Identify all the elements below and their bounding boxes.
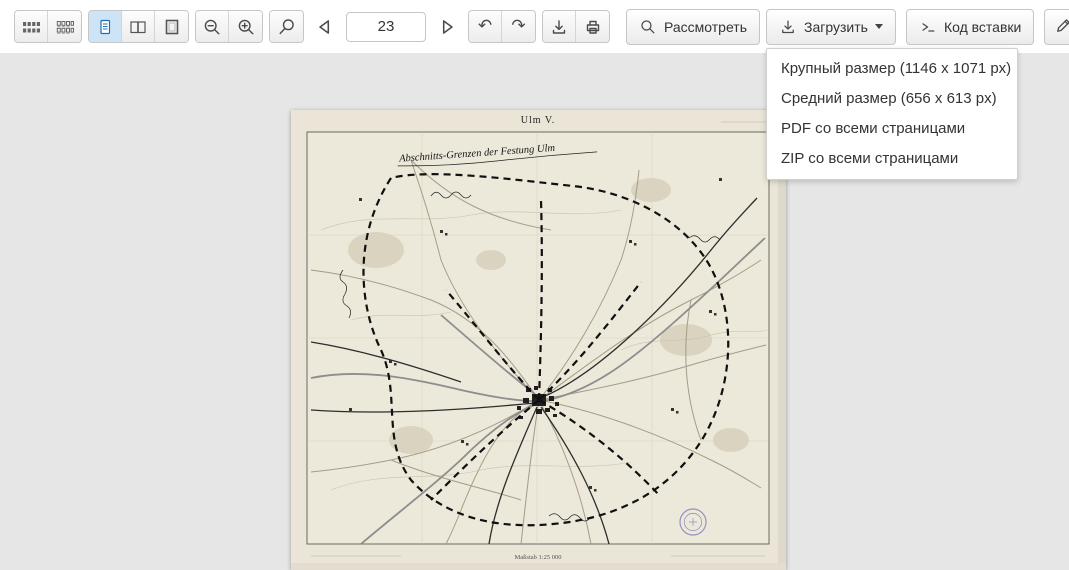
search-icon bbox=[639, 18, 657, 36]
thumbnail-view-group bbox=[14, 10, 82, 43]
prev-page-icon bbox=[314, 16, 336, 38]
embed-code-label: Код вставки bbox=[944, 19, 1021, 35]
fit-page-button[interactable] bbox=[155, 11, 188, 42]
download-dropdown: Загрузить Крупный размер (1146 x 1071 px… bbox=[766, 9, 896, 45]
book-view-icon bbox=[128, 17, 148, 37]
download-menu: Крупный размер (1146 x 1071 px) Средний … bbox=[766, 48, 1018, 180]
fit-page-icon bbox=[162, 17, 182, 37]
rotate-group: ↶ ↷ bbox=[468, 10, 536, 43]
zoom-in-icon bbox=[236, 17, 256, 37]
download-option-pdf[interactable]: PDF со всеми страницами bbox=[767, 114, 1017, 144]
edit-button[interactable] bbox=[1044, 9, 1069, 45]
zoom-in-button[interactable] bbox=[229, 11, 262, 42]
print-icon bbox=[583, 17, 603, 37]
download-option-large[interactable]: Крупный размер (1146 x 1071 px) bbox=[767, 54, 1017, 84]
map-scale-note: Maßstab 1:25 000 bbox=[515, 554, 562, 561]
embed-code-button[interactable]: Код вставки bbox=[906, 9, 1034, 45]
next-page-button[interactable] bbox=[432, 11, 462, 42]
thumbnails-captions-button[interactable] bbox=[48, 11, 81, 42]
loupe-button[interactable] bbox=[270, 11, 303, 42]
page-number-input[interactable] bbox=[346, 12, 426, 42]
thumbnails-grid-button[interactable] bbox=[15, 11, 48, 42]
download-button[interactable]: Загрузить bbox=[766, 9, 896, 45]
rotate-ccw-icon: ↶ bbox=[478, 18, 492, 35]
prev-page-button[interactable] bbox=[310, 11, 340, 42]
download-icon bbox=[549, 17, 569, 37]
rotate-ccw-button[interactable]: ↶ bbox=[469, 11, 502, 42]
map-image: Abschnitts-Grenzen der Festung Ulm Ulm V… bbox=[291, 110, 786, 570]
download-option-medium[interactable]: Средний размер (656 x 613 px) bbox=[767, 84, 1017, 114]
zoom-out-button[interactable] bbox=[196, 11, 229, 42]
print-button[interactable] bbox=[576, 11, 609, 42]
download-label: Загрузить bbox=[804, 19, 868, 35]
download-option-zip[interactable]: ZIP со всеми страницами bbox=[767, 144, 1017, 174]
toolbar: ↶ ↷ Рассмотреть bbox=[0, 0, 1069, 53]
map-page[interactable]: Abschnitts-Grenzen der Festung Ulm Ulm V… bbox=[291, 110, 786, 570]
download-icon bbox=[779, 18, 797, 36]
code-icon bbox=[919, 18, 937, 36]
zoom-out-icon bbox=[202, 17, 222, 37]
book-view-button[interactable] bbox=[122, 11, 155, 42]
pencil-icon bbox=[1053, 17, 1069, 36]
output-group bbox=[542, 10, 610, 43]
loupe-icon bbox=[277, 17, 297, 37]
thumbnails-grid-icon bbox=[21, 17, 41, 37]
loupe-group bbox=[269, 10, 304, 43]
thumbnails-captions-icon bbox=[55, 17, 75, 37]
examine-button[interactable]: Рассмотреть bbox=[626, 9, 760, 45]
download-page-button[interactable] bbox=[543, 11, 576, 42]
rotate-cw-button[interactable]: ↷ bbox=[502, 11, 535, 42]
caret-down-icon bbox=[875, 24, 883, 29]
single-page-view-icon bbox=[95, 17, 115, 37]
page-view-group bbox=[88, 10, 189, 43]
examine-label: Рассмотреть bbox=[664, 19, 747, 35]
next-page-icon bbox=[436, 16, 458, 38]
map-title: Ulm V. bbox=[521, 115, 556, 126]
single-page-view-button[interactable] bbox=[89, 11, 122, 42]
rotate-cw-icon: ↷ bbox=[511, 18, 525, 35]
zoom-group bbox=[195, 10, 263, 43]
